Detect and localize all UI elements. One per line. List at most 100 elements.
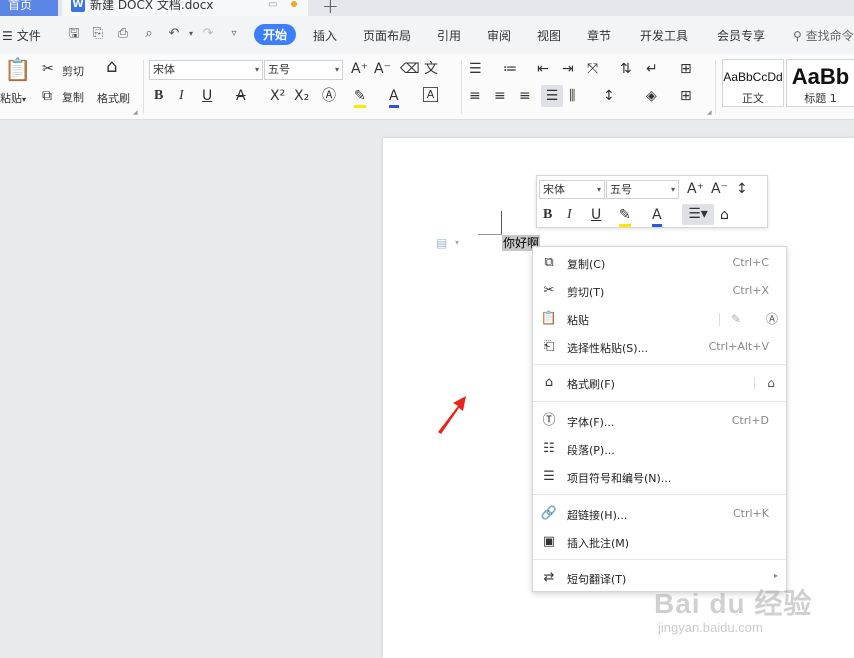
paste-text-only-icon[interactable]: Ⓐ xyxy=(763,310,781,328)
char-border-icon[interactable]: A xyxy=(423,87,438,102)
file-menu-button[interactable]: ☰ 文件 xyxy=(2,27,41,44)
pinyin-guide-icon[interactable]: 文 xyxy=(424,60,438,78)
undo-icon[interactable]: ↶ xyxy=(166,26,182,42)
paste-keep-format-icon[interactable]: ✎ xyxy=(727,310,745,328)
align-center-icon[interactable]: ≡ xyxy=(494,87,506,105)
menu-item-cut[interactable]: ✂ 剪切(T) Ctrl+X xyxy=(533,279,786,303)
strikethrough-icon[interactable]: A xyxy=(236,87,246,105)
underline-icon[interactable]: U xyxy=(591,206,601,224)
show-marks-icon[interactable]: ↵ xyxy=(646,60,658,78)
menu-item-paragraph[interactable]: ☷ 段落(P)... xyxy=(533,437,786,461)
menu-item-bullets-numbering[interactable]: ☰ 项目符号和编号(N)... xyxy=(533,465,786,489)
tab-insert[interactable]: 插入 xyxy=(313,27,337,44)
italic-icon[interactable]: I xyxy=(179,87,184,105)
justify-icon[interactable]: ☰ xyxy=(541,85,563,107)
tab-page-layout[interactable]: 页面布局 xyxy=(363,27,411,44)
menu-item-paste[interactable]: 📋 粘贴 ✎ Ⓐ xyxy=(533,307,786,331)
format-painter-icon[interactable]: ⌂ xyxy=(106,58,117,76)
increase-indent-icon[interactable]: ⇥ xyxy=(562,60,574,78)
tab-member[interactable]: 会员专享 xyxy=(717,27,765,44)
tab-home[interactable]: 首页 xyxy=(0,0,58,16)
mini-font-name-select[interactable]: 宋体 ▾ xyxy=(539,180,605,199)
superscript-icon[interactable]: X² xyxy=(270,87,285,105)
tab-start[interactable]: 开始 xyxy=(254,24,297,45)
grow-font-icon[interactable]: A⁺ xyxy=(351,60,368,78)
bold-icon[interactable]: B xyxy=(543,206,552,224)
save-icon[interactable]: 🖫 xyxy=(66,26,82,42)
text-cursor xyxy=(501,211,502,235)
subscript-icon[interactable]: X₂ xyxy=(294,87,309,105)
distributed-icon[interactable]: ⫼ xyxy=(569,87,575,105)
paste-button[interactable]: 粘贴▾ xyxy=(0,90,26,106)
ribbon-separator xyxy=(461,60,462,114)
cut-button[interactable]: 剪切 xyxy=(62,63,84,79)
mini-font-size-value: 五号 xyxy=(610,183,632,196)
align-right-icon[interactable]: ≡ xyxy=(519,87,531,105)
tab-review[interactable]: 审阅 xyxy=(487,27,511,44)
paragraph-handle-icon[interactable]: ▤ xyxy=(436,236,447,250)
menu-item-format-painter[interactable]: ⌂ 格式刷(F) ⌂ xyxy=(533,371,786,395)
tab-view[interactable]: 视图 xyxy=(537,27,561,44)
menu-item-paste-special[interactable]: ⎗ 选择性粘贴(S)... Ctrl+Alt+V xyxy=(533,335,786,359)
mini-font-size-select[interactable]: 五号 ▾ xyxy=(606,180,679,199)
clipboard-launcher-icon[interactable]: ◢ xyxy=(133,109,138,116)
font-size-select[interactable]: 五号 ▾ xyxy=(264,60,343,80)
tab-stops-icon[interactable]: ⊞ xyxy=(680,60,692,78)
bullets-icon[interactable]: ☰ xyxy=(469,60,482,78)
bold-icon[interactable]: B xyxy=(154,87,163,105)
copy-icon[interactable]: ⧉ xyxy=(42,87,52,105)
export-icon[interactable]: ⎘ xyxy=(90,26,106,42)
scissors-icon[interactable]: ✂ xyxy=(42,60,54,78)
format-painter-multi-icon[interactable]: ⌂ xyxy=(762,374,780,392)
copy-button[interactable]: 复制 xyxy=(62,89,84,105)
print-preview-icon[interactable]: ⌕ xyxy=(141,26,157,42)
format-painter-icon[interactable]: ⌂ xyxy=(720,206,729,224)
menu-item-font[interactable]: Ⓣ 字体(F)... Ctrl+D xyxy=(533,409,786,433)
numbering-icon[interactable]: ≔ xyxy=(503,60,517,78)
borders-icon[interactable]: ⊞ xyxy=(680,87,692,105)
tab-references[interactable]: 引用 xyxy=(437,27,461,44)
tab-chapter[interactable]: 章节 xyxy=(587,27,611,44)
shrink-font-icon[interactable]: A⁻ xyxy=(374,60,391,78)
paragraph-launcher-icon[interactable]: ◢ xyxy=(707,109,712,116)
menu-item-insert-comment[interactable]: ▣ 插入批注(M) xyxy=(533,530,786,554)
command-search[interactable]: ⚲ 查找命令 xyxy=(793,27,854,44)
paste-icon[interactable]: 📋 xyxy=(4,58,31,84)
style-heading-1[interactable]: AaBb 标题 1 xyxy=(786,59,854,107)
chevron-down-icon[interactable]: ▾ xyxy=(455,238,459,247)
hamburger-icon: ☰ xyxy=(2,29,13,43)
tab-developer[interactable]: 开发工具 xyxy=(640,27,688,44)
sort-icon[interactable]: ⇅ xyxy=(620,60,632,78)
clear-format-icon[interactable]: ⌫ xyxy=(400,60,420,78)
underline-icon[interactable]: U xyxy=(202,87,212,105)
undo-dropdown-icon[interactable]: ▾ xyxy=(183,26,199,42)
font-color-icon[interactable]: A xyxy=(652,206,662,227)
format-painter-button[interactable]: 格式刷 xyxy=(97,90,130,106)
decrease-indent-icon[interactable]: ⇤ xyxy=(537,60,549,78)
line-spacing-icon[interactable]: ↕ xyxy=(603,87,615,105)
pin-icon[interactable]: ▭ xyxy=(268,0,277,10)
menu-item-hyperlink[interactable]: 🔗 超链接(H)... Ctrl+K xyxy=(533,502,786,526)
print-icon[interactable]: ⎙ xyxy=(115,26,131,42)
highlight-icon[interactable]: ✎ xyxy=(619,206,631,227)
align-left-icon[interactable]: ≡ xyxy=(469,87,481,105)
italic-icon[interactable]: I xyxy=(567,206,572,224)
redo-icon[interactable]: ↷ xyxy=(200,26,216,42)
translate-icon: ⇄ xyxy=(543,570,555,585)
font-color-icon[interactable]: A xyxy=(389,87,399,108)
menu-item-copy[interactable]: ⧉ 复制(C) Ctrl+C xyxy=(533,251,786,275)
line-spacing-icon[interactable]: ↕ xyxy=(736,180,748,198)
text-effect-icon[interactable]: Ⓐ xyxy=(322,87,336,105)
font-name-select[interactable]: 宋体 ▾ xyxy=(149,60,263,80)
highlight-icon[interactable]: ✎ xyxy=(354,87,366,108)
font-icon: Ⓣ xyxy=(542,413,556,428)
align-dropdown-icon[interactable]: ☰▾ xyxy=(682,204,714,225)
shrink-font-icon[interactable]: A⁻ xyxy=(711,180,728,198)
font-name-value: 宋体 xyxy=(153,63,175,76)
paste-dropdown-icon: ▾ xyxy=(22,95,27,104)
chinese-layout-icon[interactable]: ⤧ xyxy=(587,60,598,78)
grow-font-icon[interactable]: A⁺ xyxy=(687,180,704,198)
style-normal[interactable]: AaBbCcDd 正文 xyxy=(722,59,784,107)
customize-dropdown-icon[interactable]: ▿ xyxy=(226,26,242,42)
shading-icon[interactable]: ◈ xyxy=(646,87,657,105)
